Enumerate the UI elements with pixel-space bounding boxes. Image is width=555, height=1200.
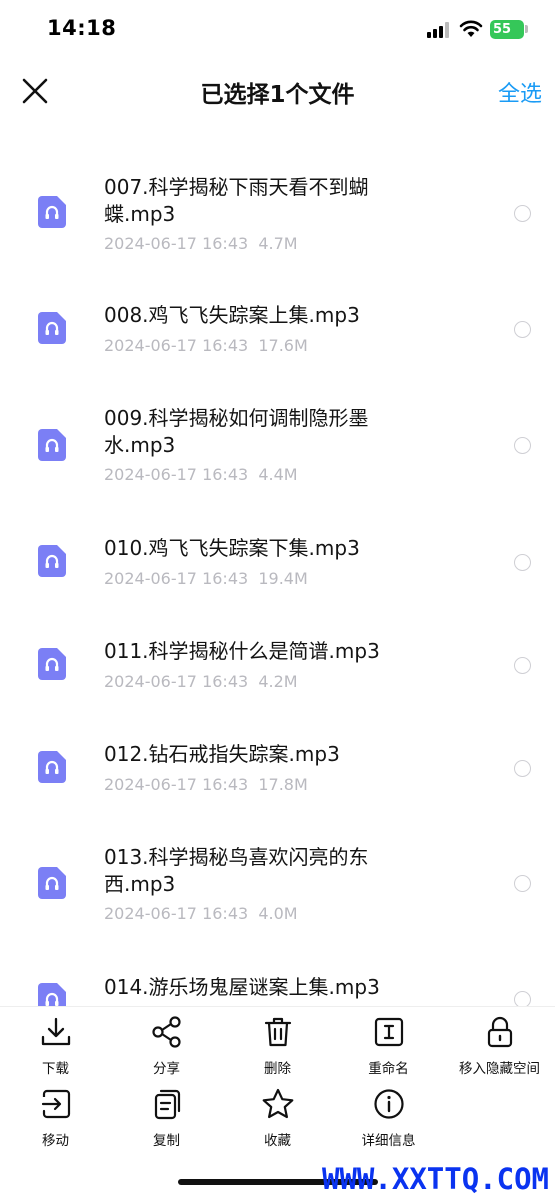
select-radio[interactable]: [514, 205, 531, 222]
file-row[interactable]: 007.科学揭秘下雨天看不到蝴蝶.mp3 2024-06-17 16:43 4.…: [0, 126, 555, 254]
file-date: 2024-06-17 16:43: [104, 234, 249, 253]
file-date: 2024-06-17 16:43: [104, 672, 249, 691]
select-radio[interactable]: [514, 321, 531, 338]
download-button[interactable]: 下载: [0, 1015, 111, 1077]
rename-icon: [374, 1017, 403, 1047]
file-row[interactable]: 008.鸡飞飞失踪案上集.mp3 2024-06-17 16:43 17.6M: [0, 254, 555, 357]
watermark: WWW.XXTTQ.COM: [322, 1162, 549, 1196]
rename-button[interactable]: 重命名: [333, 1015, 444, 1077]
cellular-signal-icon: [427, 22, 451, 38]
download-icon: [41, 1017, 70, 1046]
file-size: 4.7M: [258, 234, 298, 253]
file-meta: 2024-06-17 16:43 4.2M: [104, 672, 298, 691]
audio-file-icon: [38, 983, 66, 1006]
file-meta: 2024-06-17 16:43 17.6M: [104, 336, 308, 355]
file-row[interactable]: 009.科学揭秘如何调制隐形墨水.mp3 2024-06-17 16:43 4.…: [0, 357, 555, 487]
file-size: 17.8M: [258, 775, 308, 794]
copy-label: 复制: [153, 1133, 180, 1149]
audio-file-icon: [38, 312, 66, 344]
file-size: 4.4M: [258, 465, 298, 484]
file-name: 012.钻石戒指失踪案.mp3: [104, 742, 340, 766]
status-bar: 14:18 55: [0, 0, 555, 60]
file-row[interactable]: 011.科学揭秘什么是简谱.mp3 2024-06-17 16:43 4.2M: [0, 590, 555, 693]
file-size: 17.6M: [258, 336, 308, 355]
file-size: 19.4M: [258, 569, 308, 588]
audio-file-icon: [38, 867, 66, 899]
select-all-button[interactable]: 全选: [498, 76, 542, 108]
file-date: 2024-06-17 16:43: [104, 336, 249, 355]
rename-label: 重命名: [368, 1061, 409, 1077]
file-meta: 2024-06-17 16:43 4.0M: [104, 904, 298, 923]
battery-level: 55: [493, 22, 512, 37]
file-list: 007.科学揭秘下雨天看不到蝴蝶.mp3 2024-06-17 16:43 4.…: [0, 126, 555, 1006]
file-meta: 2024-06-17 16:43 4.4M: [104, 465, 298, 484]
header-bar: 已选择1个文件 全选: [0, 60, 555, 126]
info-icon: [373, 1089, 404, 1119]
audio-file-icon: [38, 751, 66, 783]
file-date: 2024-06-17 16:43: [104, 465, 249, 484]
status-time: 14:18: [47, 16, 117, 40]
file-date: 2024-06-17 16:43: [104, 775, 249, 794]
battery-icon: 55: [490, 20, 524, 39]
move-button[interactable]: 移动: [0, 1087, 111, 1149]
star-icon: [262, 1088, 293, 1119]
move-to-hidden-space-button[interactable]: 移入隐藏空间: [444, 1015, 555, 1077]
file-name: 008.鸡飞飞失踪案上集.mp3: [104, 303, 360, 327]
audio-file-icon: [38, 545, 66, 577]
share-label: 分享: [153, 1061, 180, 1077]
move-icon: [41, 1089, 70, 1119]
file-meta: 2024-06-17 16:43 4.7M: [104, 234, 298, 253]
copy-icon: [154, 1089, 180, 1120]
lock-icon: [487, 1016, 512, 1048]
file-name: 013.科学揭秘鸟喜欢闪亮的东西.mp3: [104, 845, 369, 896]
audio-file-icon: [38, 429, 66, 461]
wifi-icon: [459, 20, 483, 37]
file-size: 4.0M: [258, 904, 298, 923]
file-name: 007.科学揭秘下雨天看不到蝴蝶.mp3: [104, 175, 369, 226]
favorite-button[interactable]: 收藏: [222, 1087, 333, 1149]
move-label: 移动: [42, 1133, 69, 1149]
file-name: 010.鸡飞飞失踪案下集.mp3: [104, 536, 360, 560]
select-radio[interactable]: [514, 760, 531, 777]
file-row[interactable]: 010.鸡飞飞失踪案下集.mp3 2024-06-17 16:43 19.4M: [0, 487, 555, 590]
file-date: 2024-06-17 16:43: [104, 569, 249, 588]
file-row[interactable]: 014.游乐场鬼屋谜案上集.mp3: [0, 925, 555, 1006]
trash-icon: [264, 1017, 291, 1047]
download-label: 下载: [42, 1061, 69, 1077]
battery-cap: [525, 25, 528, 33]
file-row[interactable]: 012.钻石戒指失踪案.mp3 2024-06-17 16:43 17.8M: [0, 693, 555, 795]
file-size: 4.2M: [258, 672, 298, 691]
select-radio[interactable]: [514, 991, 531, 1006]
file-date: 2024-06-17 16:43: [104, 904, 249, 923]
share-icon: [151, 1016, 181, 1048]
file-row[interactable]: 013.科学揭秘鸟喜欢闪亮的东西.mp3 2024-06-17 16:43 4.…: [0, 795, 555, 925]
select-radio[interactable]: [514, 554, 531, 571]
file-meta: 2024-06-17 16:43 17.8M: [104, 775, 308, 794]
select-radio[interactable]: [514, 437, 531, 454]
audio-file-icon: [38, 196, 66, 228]
copy-button[interactable]: 复制: [111, 1087, 222, 1149]
share-button[interactable]: 分享: [111, 1015, 222, 1077]
file-name: 009.科学揭秘如何调制隐形墨水.mp3: [104, 406, 369, 457]
select-radio[interactable]: [514, 657, 531, 674]
details-label: 详细信息: [361, 1133, 416, 1149]
page-title: 已选择1个文件: [200, 82, 355, 108]
file-meta: 2024-06-17 16:43 19.4M: [104, 569, 308, 588]
select-radio[interactable]: [514, 875, 531, 892]
favorite-label: 收藏: [264, 1133, 291, 1149]
details-button[interactable]: 详细信息: [333, 1087, 444, 1149]
audio-file-icon: [38, 648, 66, 680]
delete-label: 删除: [264, 1061, 291, 1077]
file-name: 011.科学揭秘什么是简谱.mp3: [104, 639, 380, 663]
delete-button[interactable]: 删除: [222, 1015, 333, 1077]
move-to-hidden-space-label: 移入隐藏空间: [459, 1061, 540, 1077]
file-name: 014.游乐场鬼屋谜案上集.mp3: [104, 975, 380, 999]
